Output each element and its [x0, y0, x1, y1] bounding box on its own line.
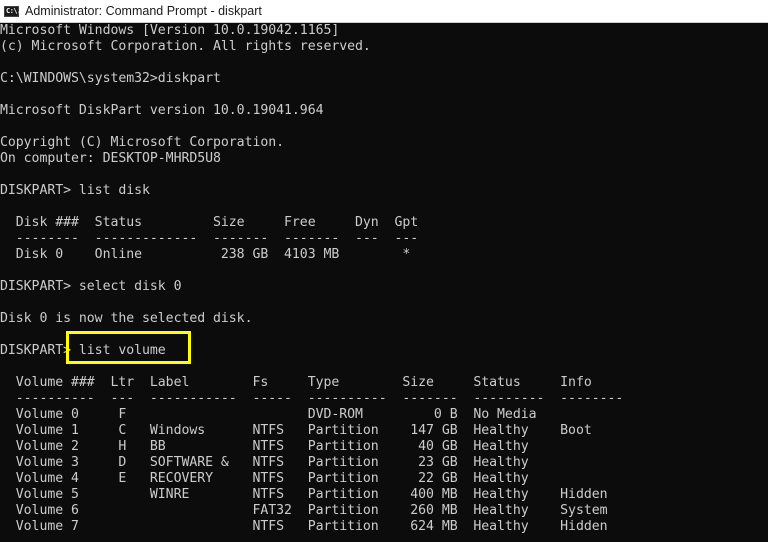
list-volume-highlight-box [66, 331, 191, 364]
cmd-icon: C:\. [4, 5, 21, 17]
console-line: Microsoft DiskPart version 10.0.19041.96… [0, 103, 324, 118]
disk-table-header: Disk ### Status Size Free Dyn Gpt [0, 215, 419, 230]
console-line: Microsoft Windows [Version 10.0.19042.11… [0, 23, 340, 38]
console-line: Disk 0 is now the selected disk. [0, 311, 253, 326]
title-bar[interactable]: C:\. Administrator: Command Prompt - dis… [0, 0, 768, 23]
volume-table-row: Volume 2 H BB NTFS Partition 40 GB Healt… [0, 439, 529, 454]
cmd-icon-glyph: C:\. [6, 6, 21, 15]
volume-table-row: Volume 5 WINRE NTFS Partition 400 MB Hea… [0, 487, 608, 502]
console-line: (c) Microsoft Corporation. All rights re… [0, 39, 371, 54]
volume-table-divider: ---------- --- ----------- ----- -------… [0, 391, 624, 406]
disk-table-row: Disk 0 Online 238 GB 4103 MB * [0, 247, 411, 262]
volume-table-header: Volume ### Ltr Label Fs Type Size Status… [0, 375, 592, 390]
console-line: Copyright (C) Microsoft Corporation. [0, 135, 285, 150]
volume-table-row: Volume 3 D SOFTWARE & NTFS Partition 23 … [0, 455, 529, 470]
volume-table-row: Volume 6 FAT32 Partition 260 MB Healthy … [0, 503, 608, 518]
disk-table-divider: -------- ------------- ------- ------- -… [0, 231, 419, 246]
volume-table-row: Volume 1 C Windows NTFS Partition 147 GB… [0, 423, 592, 438]
console-output[interactable]: Microsoft Windows [Version 10.0.19042.11… [0, 23, 768, 542]
console-line: On computer: DESKTOP-MHRD5U8 [0, 151, 221, 166]
window-title: Administrator: Command Prompt - diskpart [25, 4, 262, 18]
command-line: C:\WINDOWS\system32>diskpart [0, 71, 221, 86]
volume-table-row: Volume 4 E RECOVERY NTFS Partition 22 GB… [0, 471, 529, 486]
command-line: DISKPART> select disk 0 [0, 279, 182, 294]
volume-table-row: Volume 0 F DVD-ROM 0 B No Media [0, 407, 537, 422]
command-line: DISKPART> list disk [0, 183, 150, 198]
volume-table-row: Volume 7 NTFS Partition 624 MB Healthy H… [0, 519, 608, 534]
